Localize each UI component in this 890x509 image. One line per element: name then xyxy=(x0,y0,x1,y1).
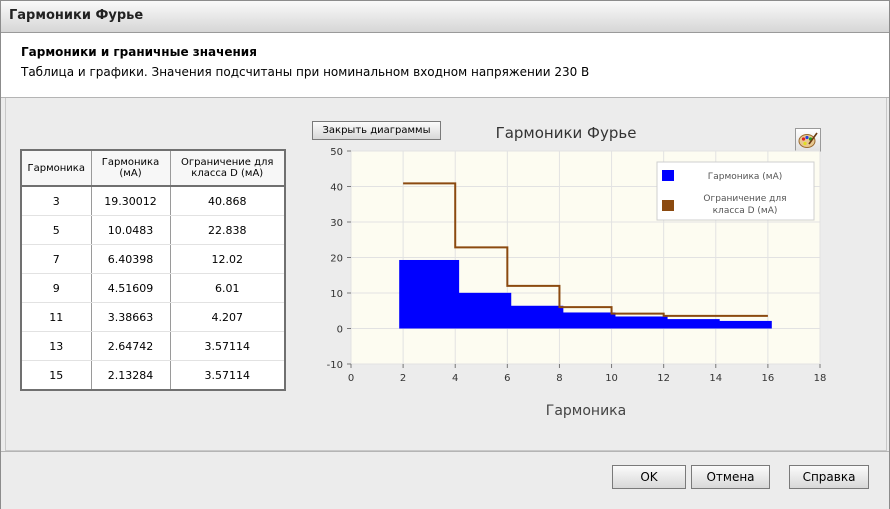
bar-harmonic-5 xyxy=(451,292,512,329)
y-tick-label: 30 xyxy=(330,218,343,229)
harmonics-table: Гармоника Гармоника (мА) Ограничение для… xyxy=(20,149,286,391)
table-row: 3 19.30012 40.868 xyxy=(20,186,286,216)
table-cell: 3.57114 xyxy=(169,360,286,391)
table-cell: 4.207 xyxy=(169,302,286,332)
y-tick-label: 10 xyxy=(330,289,343,300)
table-cell: 9 xyxy=(20,273,92,303)
x-tick-label: 18 xyxy=(814,373,827,384)
table-cell: 15 xyxy=(20,360,92,391)
legend-swatch-limit xyxy=(662,200,674,211)
x-axis-label: Гармоника xyxy=(546,403,626,419)
bar-harmonic-15 xyxy=(711,320,772,329)
harmonics-chart: Гармоники Фурье 0 2 4 6 8 10 12 14 16 18 -10 0 10 20 3… xyxy=(327,124,827,419)
table-row: 7 6.40398 12.02 xyxy=(20,244,286,274)
table-header-row: Гармоника Гармоника (мА) Ограничение для… xyxy=(20,149,286,187)
x-tick-label: 14 xyxy=(709,373,722,384)
chart-legend: Гармоника (мА) Ограничение для класса D (… xyxy=(656,161,815,221)
cancel-button[interactable]: Отмена xyxy=(691,465,770,489)
x-tick-label: 4 xyxy=(452,373,458,384)
y-tick-label: 0 xyxy=(337,325,343,336)
table-cell: 40.868 xyxy=(169,186,286,216)
table-cell: 19.30012 xyxy=(90,186,171,216)
bar-harmonic-11 xyxy=(607,316,668,329)
table-cell: 6.40398 xyxy=(90,244,171,274)
table-cell: 6.01 xyxy=(169,273,286,303)
table-row: 15 2.13284 3.57114 xyxy=(20,360,286,391)
table-cell: 22.838 xyxy=(169,215,286,245)
table-cell: 11 xyxy=(20,302,92,332)
table-cell: 4.51609 xyxy=(90,273,171,303)
bar-harmonic-13 xyxy=(659,319,720,329)
bar-harmonic-3 xyxy=(399,259,460,329)
table-row: 5 10.0483 22.838 xyxy=(20,215,286,245)
table-cell: 3.38663 xyxy=(90,302,171,332)
column-header-limit: Ограничение для класса D (мА) xyxy=(169,149,286,187)
bar-harmonic-7 xyxy=(503,305,564,329)
x-tick-label: 12 xyxy=(657,373,670,384)
y-tick-label: 50 xyxy=(330,147,343,158)
x-tick-label: 10 xyxy=(605,373,618,384)
table-cell: 12.02 xyxy=(169,244,286,274)
x-tick-label: 2 xyxy=(400,373,406,384)
ok-button[interactable]: OK xyxy=(612,465,686,489)
window-titlebar[interactable]: Гармоники Фурье xyxy=(1,1,889,33)
table-cell: 7 xyxy=(20,244,92,274)
help-button[interactable]: Справка xyxy=(789,465,869,489)
y-tick-label: -10 xyxy=(327,360,343,371)
table-cell: 3.57114 xyxy=(169,331,286,361)
x-tick-label: 8 xyxy=(556,373,562,384)
y-tick-label: 20 xyxy=(330,254,343,265)
header-subtitle: Таблица и графики. Значения подсчитаны п… xyxy=(21,65,590,79)
column-header-current: Гармоника (мА) xyxy=(90,149,171,187)
table-row: 11 3.38663 4.207 xyxy=(20,302,286,332)
table-cell: 13 xyxy=(20,331,92,361)
x-tick-label: 6 xyxy=(504,373,510,384)
table-cell: 2.64742 xyxy=(90,331,171,361)
header-title: Гармоники и граничные значения xyxy=(21,45,257,59)
legend-swatch-current xyxy=(662,170,674,181)
table-cell: 10.0483 xyxy=(90,215,171,245)
table-cell: 3 xyxy=(20,186,92,216)
table-row: 9 4.51609 6.01 xyxy=(20,273,286,303)
column-header-harmonic: Гармоника xyxy=(20,149,92,187)
legend-item-current: Гармоника (мА) xyxy=(708,172,783,182)
bar-harmonic-9 xyxy=(555,312,616,329)
window-title: Гармоники Фурье xyxy=(9,8,144,23)
table-cell: 2.13284 xyxy=(90,360,171,391)
table-row: 13 2.64742 3.57114 xyxy=(20,331,286,361)
dialog-header: Гармоники и граничные значения Таблица и… xyxy=(1,33,889,98)
x-tick-label: 16 xyxy=(762,373,775,384)
chart-title: Гармоники Фурье xyxy=(496,124,637,142)
y-tick-label: 40 xyxy=(330,183,343,194)
table-cell: 5 xyxy=(20,215,92,245)
x-tick-label: 0 xyxy=(348,373,354,384)
